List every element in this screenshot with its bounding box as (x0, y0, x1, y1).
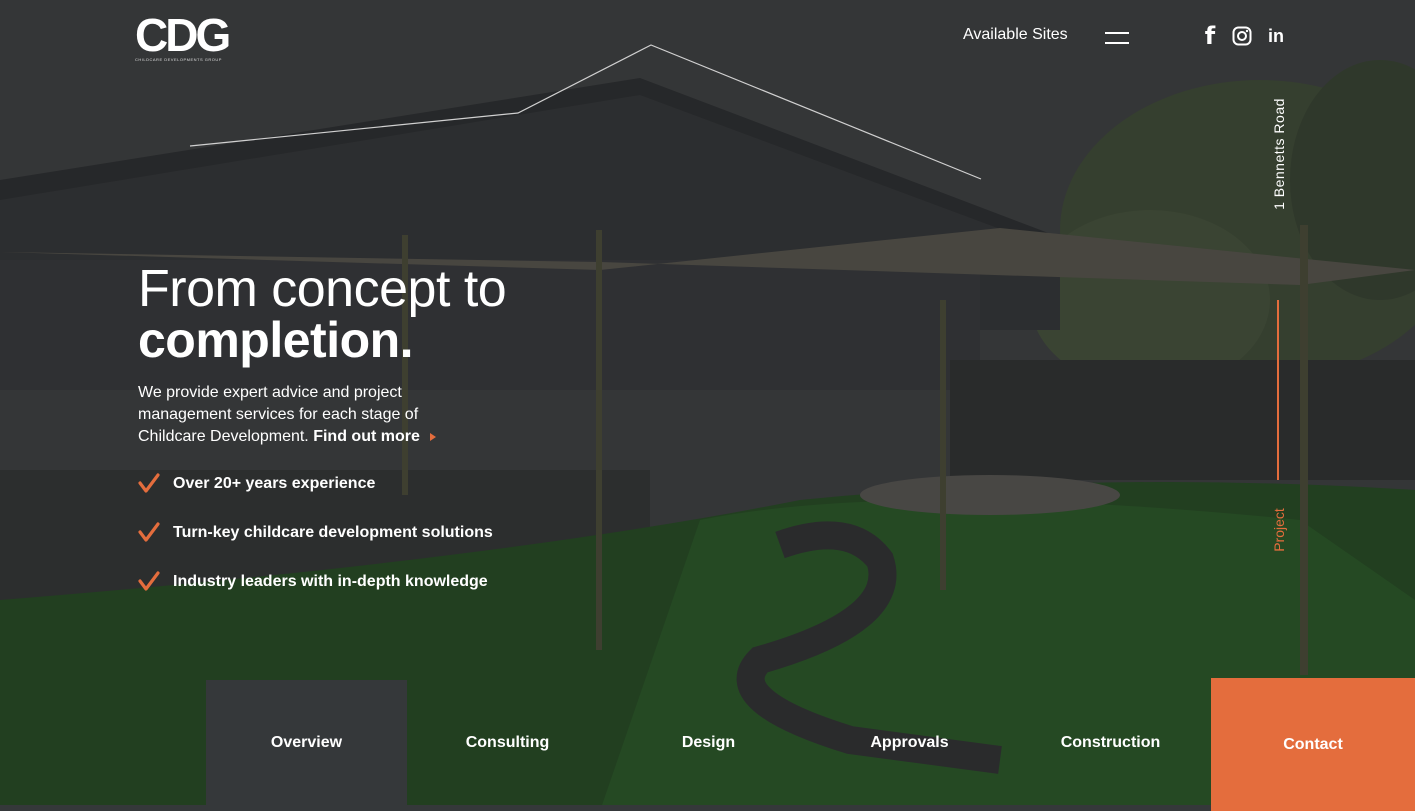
hero-headline: From concept to completion. (138, 260, 507, 368)
instagram-icon[interactable] (1230, 24, 1254, 48)
arrow-right-icon[interactable] (429, 432, 436, 441)
tab-consulting[interactable]: Consulting (407, 680, 608, 805)
side-accent-line (1277, 300, 1279, 480)
tab-design[interactable]: Design (608, 680, 809, 805)
checkmark-icon (138, 473, 160, 493)
checkmark-icon (138, 571, 160, 591)
address-text: 1 Bennetts Road (1271, 98, 1287, 210)
contact-button[interactable]: Contact (1211, 678, 1415, 811)
feature-text: Over 20+ years experience (173, 475, 376, 492)
tab-construction[interactable]: Construction (1010, 680, 1211, 805)
linkedin-icon[interactable]: in (1264, 24, 1288, 48)
tab-overview[interactable]: Overview (206, 680, 407, 805)
headline-line1: From concept to (138, 260, 507, 318)
checkmark-icon (138, 522, 160, 542)
section-tabs: Overview Consulting Design Approvals Con… (206, 680, 1211, 811)
logo-subtitle: CHILDCARE DEVELOPMENTS GROUP (135, 57, 222, 62)
project-text: Project (1271, 508, 1287, 552)
headline-line2: completion. (138, 312, 414, 368)
cdg-logo[interactable]: CDG CHILDCARE DEVELOPMENTS GROUP (135, 12, 231, 64)
hamburger-icon[interactable] (1105, 30, 1131, 46)
side-project-label[interactable]: Project (1269, 500, 1289, 560)
intro-paragraph: We provide expert advice and project man… (138, 382, 438, 448)
logo-wordmark: CDG (135, 9, 231, 61)
side-address-label[interactable]: 1 Bennetts Road (1269, 84, 1289, 224)
available-sites-link[interactable]: Available Sites (963, 26, 1068, 44)
feature-item: Industry leaders with in-depth knowledge (138, 568, 493, 617)
hero-section: CDG CHILDCARE DEVELOPMENTS GROUP Availab… (0, 0, 1415, 811)
feature-item: Turn-key childcare development solutions (138, 519, 493, 568)
feature-item: Over 20+ years experience (138, 470, 493, 519)
feature-list: Over 20+ years experience Turn-key child… (138, 470, 493, 617)
tab-approvals[interactable]: Approvals (809, 680, 1010, 805)
facebook-icon[interactable]: f (1198, 22, 1222, 50)
find-out-more-link[interactable]: Find out more (313, 428, 420, 445)
bottom-strip (0, 805, 1211, 811)
feature-text: Industry leaders with in-depth knowledge (173, 573, 488, 590)
feature-text: Turn-key childcare development solutions (173, 524, 493, 541)
